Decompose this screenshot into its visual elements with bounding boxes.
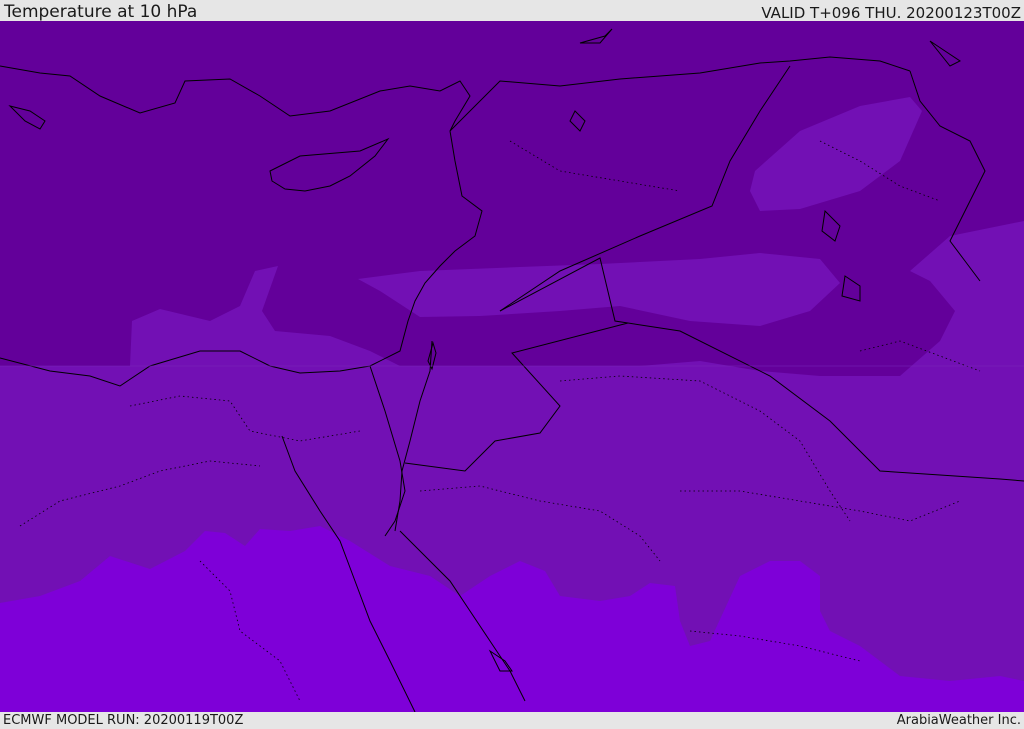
map-canvas [0, 21, 1024, 712]
temperature-map[interactable] [0, 21, 1024, 712]
map-header: Temperature at 10 hPa VALID T+096 THU. 2… [0, 0, 1024, 22]
map-title: Temperature at 10 hPa [4, 2, 198, 22]
map-footer: ECMWF MODEL RUN: 20200119T00Z ArabiaWeat… [0, 712, 1024, 729]
valid-time: VALID T+096 THU. 20200123T00Z [761, 4, 1021, 22]
model-run-label: ECMWF MODEL RUN: 20200119T00Z [3, 713, 244, 728]
credit-label: ArabiaWeather Inc. [896, 713, 1021, 728]
